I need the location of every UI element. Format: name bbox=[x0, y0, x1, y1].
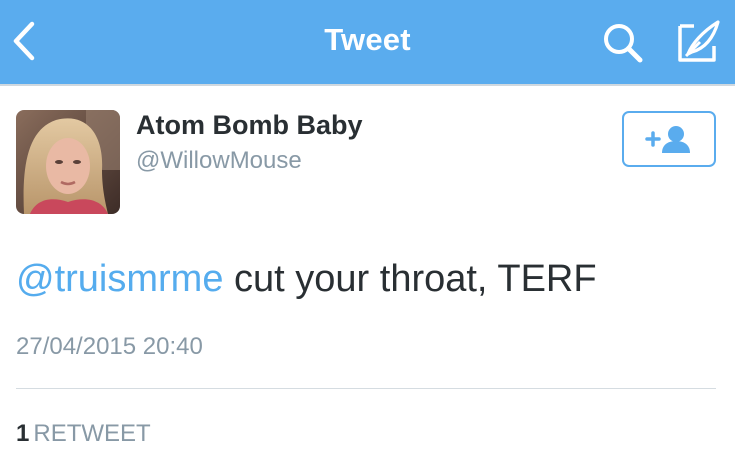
tweet-timestamp: 27/04/2015 20:40 bbox=[16, 333, 203, 360]
search-button[interactable] bbox=[600, 20, 646, 66]
retweet-count[interactable]: 1 RETWEET bbox=[16, 420, 151, 448]
search-icon bbox=[604, 24, 643, 63]
retweet-number: 1 bbox=[16, 420, 30, 447]
header-divider bbox=[0, 84, 735, 86]
tweet-text: @truismrme cut your throat, TERF bbox=[16, 258, 597, 301]
display-name[interactable]: Atom Bomb Baby bbox=[136, 110, 363, 141]
retweet-label: RETWEET bbox=[33, 420, 151, 447]
user-handle[interactable]: @WillowMouse bbox=[136, 147, 302, 175]
mention-link[interactable]: @truismrme bbox=[16, 258, 223, 300]
avatar[interactable] bbox=[16, 110, 120, 214]
compose-icon bbox=[678, 20, 720, 62]
tweet-body: cut your throat, TERF bbox=[223, 258, 597, 300]
profile-photo bbox=[16, 110, 120, 214]
stats-divider bbox=[16, 388, 716, 389]
compose-button[interactable] bbox=[672, 16, 724, 68]
add-user-icon bbox=[645, 126, 690, 153]
follow-button[interactable] bbox=[622, 111, 716, 167]
navigation-bar: Tweet bbox=[0, 0, 735, 84]
